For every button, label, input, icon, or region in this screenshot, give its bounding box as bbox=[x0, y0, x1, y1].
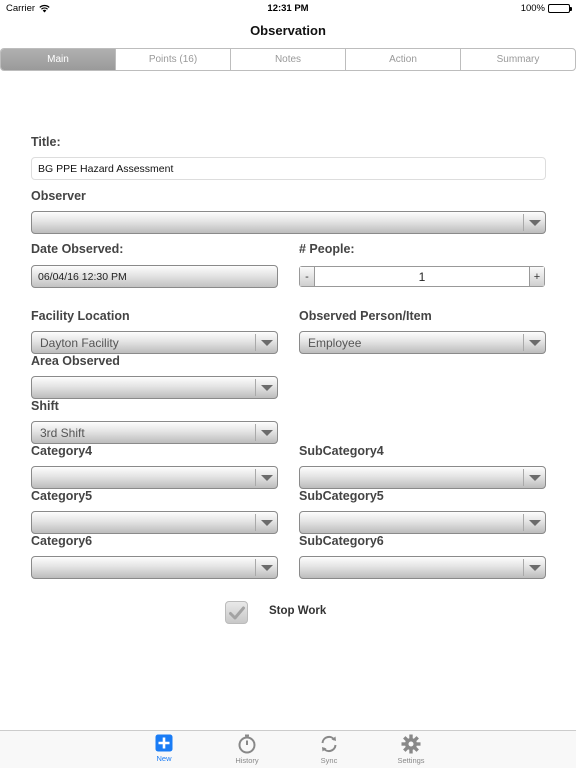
subcategory5-dropdown[interactable] bbox=[299, 511, 546, 534]
page-title: Observation bbox=[250, 23, 326, 38]
observer-dropdown[interactable] bbox=[31, 211, 546, 234]
chevron-down-icon bbox=[255, 514, 277, 531]
area-observed-label: Area Observed bbox=[31, 354, 120, 368]
tabbar-history[interactable]: History bbox=[217, 734, 277, 765]
observed-person-dropdown[interactable]: Employee bbox=[299, 331, 546, 354]
title-label: Title: bbox=[31, 135, 61, 149]
chevron-down-icon bbox=[523, 469, 545, 486]
gear-icon bbox=[401, 734, 421, 754]
tab-points[interactable]: Points (16) bbox=[116, 49, 231, 70]
battery-status: 100% bbox=[520, 3, 572, 14]
chevron-down-icon bbox=[523, 214, 545, 231]
date-observed-label: Date Observed: bbox=[31, 242, 124, 256]
tab-main[interactable]: Main bbox=[1, 49, 116, 70]
plus-square-icon bbox=[155, 734, 173, 752]
shift-dropdown[interactable]: 3rd Shift bbox=[31, 421, 278, 444]
tabbar-history-label: History bbox=[235, 756, 259, 765]
observed-person-value: Employee bbox=[308, 335, 362, 350]
people-stepper: - 1 + bbox=[299, 266, 545, 287]
chevron-down-icon bbox=[523, 334, 545, 351]
sync-icon bbox=[321, 735, 337, 753]
chevron-down-icon bbox=[523, 559, 545, 576]
facility-location-label: Facility Location bbox=[31, 309, 130, 323]
chevron-down-icon bbox=[255, 469, 277, 486]
category6-dropdown[interactable] bbox=[31, 556, 278, 579]
observed-person-label: Observed Person/Item bbox=[299, 309, 432, 323]
shift-value: 3rd Shift bbox=[40, 425, 85, 440]
status-bar: Carrier 12:31 PM 100% bbox=[0, 0, 576, 18]
chevron-down-icon bbox=[523, 514, 545, 531]
tab-notes[interactable]: Notes bbox=[231, 49, 346, 70]
stop-work-label: Stop Work bbox=[269, 605, 327, 617]
increment-button[interactable]: + bbox=[529, 267, 544, 286]
checkmark-icon bbox=[228, 606, 245, 619]
category5-dropdown[interactable] bbox=[31, 511, 278, 534]
status-time: 12:31 PM bbox=[267, 3, 309, 14]
facility-location-value: Dayton Facility bbox=[40, 335, 119, 350]
tabbar-settings[interactable]: Settings bbox=[381, 734, 441, 765]
tabbar-sync-label: Sync bbox=[320, 756, 338, 765]
area-observed-dropdown[interactable] bbox=[31, 376, 278, 399]
subcategory5-label: SubCategory5 bbox=[299, 489, 384, 503]
tabbar-new[interactable]: New bbox=[134, 734, 194, 763]
decrement-button[interactable]: - bbox=[300, 267, 315, 286]
category6-label: Category6 bbox=[31, 534, 93, 548]
category4-dropdown[interactable] bbox=[31, 466, 278, 489]
subcategory6-label: SubCategory6 bbox=[299, 534, 384, 548]
shift-label: Shift bbox=[31, 399, 59, 413]
observer-label: Observer bbox=[31, 189, 86, 203]
facility-location-dropdown[interactable]: Dayton Facility bbox=[31, 331, 278, 354]
chevron-down-icon bbox=[255, 424, 277, 441]
subcategory4-label: SubCategory4 bbox=[299, 444, 384, 458]
category5-label: Category5 bbox=[31, 489, 93, 503]
tabbar-settings-label: Settings bbox=[397, 756, 425, 765]
tabbar-sync[interactable]: Sync bbox=[299, 734, 359, 765]
title-field[interactable]: BG PPE Hazard Assessment bbox=[31, 157, 546, 180]
tab-action[interactable]: Action bbox=[346, 49, 461, 70]
battery-icon bbox=[548, 4, 572, 13]
subcategory4-dropdown[interactable] bbox=[299, 466, 546, 489]
tabbar-new-label: New bbox=[156, 754, 172, 763]
people-count[interactable]: 1 bbox=[315, 267, 529, 286]
stop-work-checkbox[interactable] bbox=[225, 601, 248, 624]
bottom-tab-bar: New History Sync Settings bbox=[0, 730, 576, 768]
subcategory6-dropdown[interactable] bbox=[299, 556, 546, 579]
stopwatch-icon bbox=[238, 734, 256, 754]
segmented-tabs: Main Points (16) Notes Action Summary bbox=[0, 48, 576, 71]
date-observed-field[interactable]: 06/04/16 12:30 PM bbox=[31, 265, 278, 288]
category4-label: Category4 bbox=[31, 444, 93, 458]
battery-percent: 100% bbox=[520, 3, 545, 14]
chevron-down-icon bbox=[255, 334, 277, 351]
chevron-down-icon bbox=[255, 559, 277, 576]
tab-summary[interactable]: Summary bbox=[461, 49, 575, 70]
people-label: # People: bbox=[299, 242, 355, 256]
chevron-down-icon bbox=[255, 379, 277, 396]
